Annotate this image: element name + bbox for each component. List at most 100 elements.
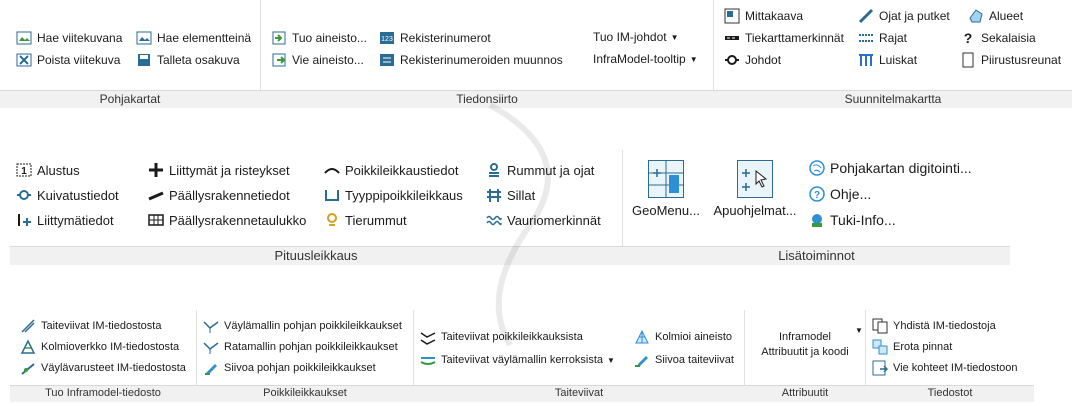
sillat-button[interactable]: Sillat [486, 187, 535, 203]
tuo-im-johdot-dropdown[interactable]: Tuo IM-johdot ▼ [593, 30, 679, 44]
pohjakartan-digitointi-button[interactable]: Pohjakartan digitointi... [809, 160, 972, 176]
kolmioverkko-im-tiedostosta-label: Kolmioverkko IM-tiedostosta [41, 341, 180, 353]
siivoa-pohjan-poikkileikkaukset-label: Siivoa pohjan poikkileikkaukset [224, 362, 376, 374]
group-label-lisatoiminnot: Lisätoiminnot [778, 248, 855, 263]
siivoa-pohjan-poikkileikkaukset-button[interactable]: Siivoa pohjan poikkileikkaukset [203, 360, 376, 376]
inframodel-tooltip-dropdown[interactable]: InfraModel-tooltip ▼ [593, 52, 698, 66]
ojat-ja-putket-button[interactable]: Ojat ja putket [858, 8, 950, 24]
tiekarttamerkinnat-label: Tiekarttamerkinnät [745, 31, 844, 45]
ohje-button[interactable]: ? Ohje... [809, 186, 871, 202]
junction-icon [16, 212, 32, 228]
alustus-label: Alustus [37, 162, 80, 178]
inframodel-attribuutit-dropdown[interactable]: Inframodel Attribuutit ja koodi [759, 330, 851, 360]
apuohjelmat-button[interactable]: Apuohjelmat... [709, 160, 801, 218]
mittakaava-button[interactable]: Mittakaava [724, 8, 803, 24]
apuohjelmat-label: Apuohjelmat... [713, 203, 797, 218]
slopes-icon [858, 52, 874, 68]
hae-viitekuvana-button[interactable]: Hae viitekuvana [16, 30, 122, 46]
rekisterinumerot-button[interactable]: 123 Rekisterinumerot [379, 30, 491, 46]
vie-aineisto-label: Vie aineisto... [292, 53, 364, 67]
tierummut-button[interactable]: Tierummut [324, 212, 407, 228]
kuivatustiedot-button[interactable]: Kuivatustiedot [16, 187, 119, 203]
group-label-tuo-inframodel-tiedosto: Tuo Inframodel-tiedosto [45, 387, 161, 399]
geomenu-icon [648, 160, 684, 198]
pipes-icon [858, 8, 874, 24]
rummut-ja-ojat-button[interactable]: Rummut ja ojat [486, 162, 594, 178]
luiskat-button[interactable]: Luiskat [858, 52, 917, 68]
talleta-osakuva-button[interactable]: Talleta osakuva [136, 52, 240, 68]
johdot-button[interactable]: Johdot [724, 52, 781, 68]
support-icon [809, 212, 825, 228]
dropdown-icon: ▼ [689, 54, 698, 64]
geomenu-button[interactable]: GeoMenu... [629, 160, 703, 218]
road-culvert-icon [324, 212, 340, 228]
group-label-pohjakartat: Pohjakartat [99, 92, 161, 106]
ratamallin-pohjan-poikkileikkaukset-label: Ratamallin pohjan poikkileikkaukset [224, 341, 398, 353]
liittymatiedot-label: Liittymätiedot [37, 212, 114, 228]
group-label-tiedostot: Tiedostot [927, 387, 973, 399]
vauriomerkinnat-label: Vauriomerkinnät [507, 212, 601, 228]
export-im-icon [872, 360, 888, 376]
export-icon [271, 52, 287, 68]
taiteviivat-vaylamallin-kerroksista-dropdown[interactable]: Taiteviivat väylämallin kerroksista ▼ [420, 352, 615, 368]
kolmioi-aineisto-button[interactable]: Kolmioi aineisto [634, 329, 732, 345]
svg-text:?: ? [814, 190, 820, 201]
yhdista-im-tiedostoja-button[interactable]: Yhdistä IM-tiedostoja [872, 318, 996, 334]
digitize-icon [809, 160, 825, 176]
vie-kohteet-im-tiedostoon-button[interactable]: Vie kohteet IM-tiedostoon [872, 360, 1018, 376]
hae-viitekuvana-label: Hae viitekuvana [37, 31, 123, 45]
sekalaisia-label: Sekalaisia [981, 31, 1036, 45]
init-icon: 1 [16, 162, 32, 178]
ratamallin-pohjan-poikkileikkaukset-button[interactable]: Ratamallin pohjan poikkileikkaukset [203, 339, 398, 355]
ribbon-2: 1 Alustus Liittymät ja risteykset Poikki… [10, 150, 1010, 265]
liittymatiedot-button[interactable]: Liittymätiedot [16, 212, 114, 228]
luiskat-label: Luiskat [879, 53, 918, 67]
taiteviivat-poikkileikkauksista-button[interactable]: Taiteviivat poikkileikkauksista [420, 329, 583, 345]
vaylamallin-pohjan-poikkileikkaukset-button[interactable]: Väylämallin pohjan poikkileikkaukset [203, 318, 402, 334]
paallysrakennetaulukko-button[interactable]: Päällysrakennetaulukko [148, 212, 306, 228]
hae-elementteina-button[interactable]: Hae elementteinä [136, 30, 251, 46]
breakline-section-icon [420, 329, 436, 345]
kolmioverkko-im-tiedostosta-button[interactable]: Kolmioverkko IM-tiedostosta [20, 339, 179, 355]
equipment-icon [20, 360, 36, 376]
vie-kohteet-im-tiedostoon-label: Vie kohteet IM-tiedostoon [893, 362, 1018, 374]
poista-viitekuva-button[interactable]: Poista viitekuva [16, 52, 120, 68]
siivoa-taiteviivat-label: Siivoa taiteviivat [655, 354, 734, 366]
tuki-info-button[interactable]: Tuki-Info... [809, 212, 896, 228]
ojat-ja-putket-label: Ojat ja putket [879, 9, 950, 23]
tyyppipoikkileikkaus-button[interactable]: Tyyppipoikkileikkaus [324, 187, 463, 203]
tiekarttamerkinnat-button[interactable]: Tiekarttamerkinnät [724, 30, 844, 46]
tuo-aineisto-button[interactable]: Tuo aineisto... [271, 30, 367, 46]
utilities-icon [737, 160, 773, 198]
rajat-label: Rajat [879, 31, 908, 45]
vauriomerkinnat-button[interactable]: Vauriomerkinnät [486, 212, 601, 228]
tyyppipoikkileikkaus-label: Tyyppipoikkileikkaus [345, 187, 463, 203]
save-icon [136, 52, 152, 68]
dropdown-icon: ▼ [607, 355, 615, 365]
sekalaisia-button[interactable]: ? Sekalaisia [960, 30, 1036, 46]
talleta-osakuva-label: Talleta osakuva [157, 53, 240, 67]
liittymat-ja-risteykset-button[interactable]: Liittymät ja risteykset [148, 162, 290, 178]
alueet-button[interactable]: Alueet [968, 8, 1023, 24]
erota-pinnat-button[interactable]: Erota pinnat [872, 339, 952, 355]
inframodel-tooltip-label: InfraModel-tooltip [593, 52, 686, 66]
paallysrakennetiedot-label: Päällysrakennetiedot [169, 187, 290, 203]
siivoa-taiteviivat-button[interactable]: Siivoa taiteviivat [634, 352, 734, 368]
vie-aineisto-button[interactable]: Vie aineisto... [271, 52, 364, 68]
kolmioi-aineisto-label: Kolmioi aineisto [655, 331, 733, 343]
poikkileikkaustiedot-button[interactable]: Poikkileikkaustiedot [324, 162, 458, 178]
rail-section-icon [203, 339, 219, 355]
alustus-button[interactable]: 1 Alustus [16, 162, 80, 178]
piirustusreunat-button[interactable]: Piirustusreunat [960, 52, 1061, 68]
taiteviivat-vaylamallin-kerroksista-label: Taiteviivat väylämallin kerroksista [441, 354, 603, 366]
taiteviivat-im-tiedostosta-button[interactable]: Taiteviivat IM-tiedostosta [20, 318, 161, 334]
misc-icon: ? [960, 30, 976, 46]
paallysrakennetiedot-button[interactable]: Päällysrakennetiedot [148, 187, 290, 203]
rekisterinumeroiden-muunnos-button[interactable]: Rekisterinumeroiden muunnos [379, 52, 563, 68]
import-icon [271, 30, 287, 46]
erota-pinnat-label: Erota pinnat [893, 341, 953, 353]
vaylavarusteet-im-tiedostosta-label: Väylävarusteet IM-tiedostosta [41, 362, 186, 374]
rajat-button[interactable]: Rajat [858, 30, 907, 46]
vaylavarusteet-im-tiedostosta-button[interactable]: Väylävarusteet IM-tiedostosta [20, 360, 186, 376]
borders-icon [858, 30, 874, 46]
